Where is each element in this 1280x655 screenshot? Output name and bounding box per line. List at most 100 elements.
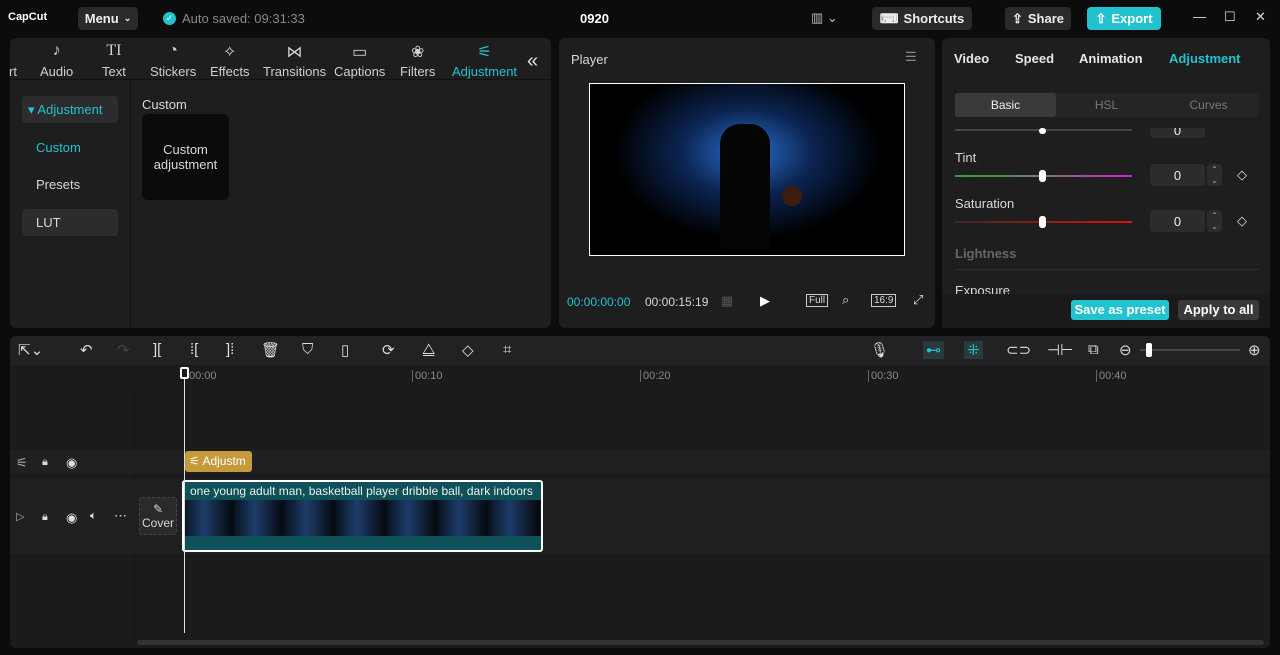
- saturation-stepper[interactable]: ⌃ ⌄: [1207, 210, 1222, 232]
- tint-value[interactable]: 0: [1150, 164, 1205, 186]
- subtab-curves[interactable]: Curves: [1158, 93, 1259, 117]
- ratio-button[interactable]: 16:9: [871, 294, 897, 307]
- save-as-preset-button[interactable]: Save as preset: [1071, 300, 1169, 320]
- menu-button[interactable]: Menu ⌄: [78, 7, 138, 30]
- undo-icon[interactable]: ↶: [80, 341, 93, 359]
- tab-text[interactable]: TI Text: [102, 42, 126, 79]
- delete-icon[interactable]: 🗑: [261, 341, 280, 359]
- zoom-slider[interactable]: [1140, 343, 1240, 357]
- sidebar-item-custom[interactable]: Custom: [22, 134, 118, 161]
- tab-import[interactable]: rt: [9, 42, 17, 79]
- waveform-icon[interactable]: ▦: [721, 293, 733, 309]
- microphone-icon[interactable]: 🎙: [870, 341, 889, 359]
- freeze-icon[interactable]: ▯: [341, 341, 349, 359]
- keyboard-icon: ⌨: [879, 10, 899, 26]
- tab-video[interactable]: Video: [954, 51, 989, 66]
- transitions-icon: ⋈: [286, 44, 303, 61]
- select-tool-icon[interactable]: ⇱⌄: [18, 341, 43, 359]
- capcut-logo: CapCut: [8, 11, 48, 23]
- export-label: Export: [1111, 11, 1153, 26]
- saturation-value[interactable]: 0: [1150, 210, 1205, 232]
- tab-adjustment[interactable]: ⚟ Adjustment: [452, 42, 517, 79]
- tab-label: rt: [9, 64, 17, 79]
- shortcuts-button[interactable]: ⌨ Shortcuts: [872, 7, 972, 30]
- hidden-slider[interactable]: [955, 128, 1132, 134]
- close-icon[interactable]: ✕: [1255, 9, 1266, 25]
- cover-label: Cover: [141, 516, 174, 530]
- fullscreen-icon[interactable]: ⤢: [913, 292, 923, 308]
- tab-effects[interactable]: ✧ Effects: [210, 42, 250, 79]
- eye-icon[interactable]: ◉: [66, 510, 77, 526]
- playhead[interactable]: [180, 367, 189, 633]
- main-track-magnet-icon[interactable]: ⊷: [923, 341, 944, 359]
- tab-audio[interactable]: ♪ Audio: [40, 42, 73, 79]
- horizontal-scrollbar[interactable]: [137, 640, 1264, 645]
- sidebar-item-adjustment[interactable]: ▾ Adjustment: [22, 96, 118, 123]
- video-preview[interactable]: [589, 83, 905, 256]
- player-menu-icon[interactable]: ☰: [905, 49, 917, 65]
- keyframe-icon[interactable]: ◇: [1237, 167, 1247, 183]
- edit-icon: ✎: [152, 502, 164, 516]
- split-preview-icon[interactable]: ⊣⊢: [1047, 341, 1073, 359]
- redo-icon[interactable]: ↷: [117, 341, 130, 359]
- auto-snap-icon[interactable]: ⁜: [964, 341, 983, 359]
- tab-captions[interactable]: ▭ Captions: [334, 42, 385, 79]
- marker-icon[interactable]: ⛉: [302, 341, 313, 358]
- keyframe-icon[interactable]: ◇: [1237, 213, 1247, 229]
- text-icon: TI: [106, 42, 122, 59]
- play-button[interactable]: ▶: [760, 293, 770, 309]
- tab-speed[interactable]: Speed: [1015, 51, 1054, 66]
- tab-label: Filters: [400, 64, 436, 79]
- tint-slider[interactable]: [955, 170, 1132, 182]
- eye-icon[interactable]: ◉: [66, 455, 77, 471]
- adjustment-clip-label: Adjustm: [202, 454, 246, 468]
- full-quality-button[interactable]: Full: [806, 294, 829, 307]
- tick-label: 00:30: [868, 370, 899, 382]
- rotate-icon[interactable]: ◇: [462, 341, 474, 359]
- custom-adjustment-card[interactable]: Custom adjustment: [142, 114, 229, 200]
- cover-button[interactable]: ✎ Cover: [139, 497, 177, 535]
- tab-label: Captions: [334, 64, 386, 79]
- reverse-icon[interactable]: ⟳: [382, 341, 395, 359]
- subtab-basic[interactable]: Basic: [955, 93, 1056, 117]
- preview-axis-icon[interactable]: ⧉: [1088, 341, 1099, 358]
- apply-to-all-button[interactable]: Apply to all: [1178, 300, 1259, 320]
- split-right-icon[interactable]: ]⁞: [226, 341, 234, 358]
- link-icon[interactable]: ⊂⊃: [1006, 341, 1031, 359]
- saturation-slider[interactable]: [955, 216, 1132, 228]
- zoom-fit-icon[interactable]: ⌕: [842, 292, 849, 308]
- tab-transitions[interactable]: ⋈ Transitions: [263, 42, 326, 79]
- adjustment-clip[interactable]: ⚟ Adjustm: [185, 451, 252, 472]
- adjustment-track-icon: ⚟: [16, 455, 28, 470]
- layout-icon[interactable]: ▥ ⌄: [811, 10, 838, 26]
- split-left-icon[interactable]: ⁞[: [190, 341, 198, 358]
- split-icon[interactable]: ][: [153, 341, 161, 358]
- lock-icon[interactable]: 🔒︎: [42, 511, 48, 524]
- adjustment-clip-icon: ⚟: [189, 454, 203, 468]
- collapse-icon[interactable]: «: [527, 50, 538, 73]
- crop-icon[interactable]: ⌗: [503, 341, 511, 358]
- tint-stepper[interactable]: ⌃ ⌄: [1207, 164, 1222, 186]
- sidebar-item-presets[interactable]: Presets: [22, 171, 118, 198]
- export-button[interactable]: ⇧ Export: [1087, 7, 1161, 30]
- minimize-icon[interactable]: —: [1193, 9, 1206, 24]
- audio-icon: ♪: [52, 42, 61, 59]
- tab-filters[interactable]: ❀ Filters: [400, 42, 435, 79]
- slider-knob[interactable]: [1039, 170, 1046, 182]
- maximize-icon[interactable]: ☐: [1224, 9, 1236, 25]
- subtab-hsl[interactable]: HSL: [1056, 93, 1157, 117]
- more-icon[interactable]: ⋯: [114, 508, 127, 524]
- mirror-icon[interactable]: ⧋: [422, 341, 435, 358]
- tab-label: Transitions: [263, 64, 327, 79]
- tab-adjustment-props[interactable]: Adjustment: [1169, 51, 1241, 66]
- tab-stickers[interactable]: ◔ Stickers: [150, 42, 196, 79]
- tab-animation[interactable]: Animation: [1079, 51, 1143, 66]
- zoom-out-icon[interactable]: ⊖: [1119, 341, 1132, 359]
- video-clip[interactable]: one young adult man, basketball player d…: [182, 480, 543, 552]
- share-button[interactable]: ⇪ Share: [1005, 7, 1071, 30]
- audio-icon[interactable]: 🔈︎: [90, 510, 97, 523]
- sidebar-item-lut[interactable]: LUT: [22, 209, 118, 236]
- lock-icon[interactable]: 🔒︎: [42, 456, 48, 469]
- slider-knob[interactable]: [1039, 216, 1046, 228]
- zoom-in-icon[interactable]: ⊕: [1248, 341, 1261, 359]
